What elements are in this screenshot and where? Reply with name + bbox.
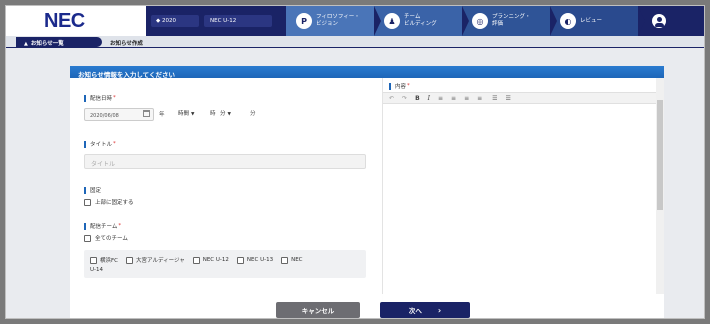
all-teams-checkbox[interactable]: 全てのチーム xyxy=(84,234,128,242)
chevron-down-icon: ▼ xyxy=(191,112,195,117)
chevron-down-icon: ▼ xyxy=(227,112,231,117)
team-checkbox[interactable]: NEC U-12 xyxy=(192,256,229,264)
date-label: 配信日時 * xyxy=(84,94,116,102)
step-review[interactable]: ◐ レビュー xyxy=(550,6,645,36)
philosophy-icon: P xyxy=(296,13,312,29)
chevron-right-icon: › xyxy=(437,305,442,315)
bullet-list-icon[interactable]: ☰ xyxy=(492,95,497,102)
hour-select[interactable]: 時間 ▼ xyxy=(178,106,208,118)
team-icon: ♟ xyxy=(384,13,400,29)
align-left-icon[interactable]: ≡ xyxy=(438,95,443,102)
bold-button[interactable]: B xyxy=(415,95,420,102)
scrollbar-thumb[interactable] xyxy=(657,100,663,210)
team-checkbox[interactable]: NEC U-13 xyxy=(236,256,273,264)
team-label-overflow: U-14 xyxy=(90,267,104,273)
numbered-list-icon[interactable]: ☰ xyxy=(506,95,511,102)
scrollbar[interactable] xyxy=(656,78,664,318)
italic-button[interactable]: I xyxy=(428,95,430,102)
step-navigation: P フィロソフィー・ ビジョン ♟ チーム ビルディング ◎ プランニング・ 評… xyxy=(286,6,645,36)
hour-unit: 時 xyxy=(210,111,216,117)
season-selector[interactable]: ◆ 2020 xyxy=(151,15,199,27)
planning-icon: ◎ xyxy=(472,13,488,29)
team-checkbox[interactable]: 横浜FC xyxy=(90,256,118,264)
user-account-icon[interactable] xyxy=(652,14,666,28)
pin-label: 固定 xyxy=(84,186,101,194)
align-right-icon[interactable]: ≡ xyxy=(464,95,469,102)
align-center-icon[interactable]: ≡ xyxy=(451,95,456,102)
top-navigation: NEC ◆ 2020 NEC U-12 P フィロソフィー・ ビジョン ♟ チーム… xyxy=(6,6,704,36)
calendar-icon[interactable] xyxy=(143,110,150,117)
content-editor[interactable] xyxy=(383,105,657,318)
form-heading: お知らせ情報を入力してください xyxy=(70,66,664,79)
breadcrumb-parent-label: お知らせ一覧 xyxy=(30,41,64,47)
breadcrumb: ▲ お知らせ一覧 お知らせ作成 xyxy=(6,36,704,48)
editor-toolbar: ↶ ↷ B I ≡ ≡ ≡ ≡ ☰ ☰ xyxy=(383,92,657,104)
form-left-column: 配信日時 * 2020/06/08 年 時間 ▼ 時 分 ▼ 分 タイトル * タイトル… xyxy=(70,78,382,318)
form-footer: キャンセル 次へ › xyxy=(70,294,664,318)
step-planning[interactable]: ◎ プランニング・ 評価 xyxy=(462,6,557,36)
team-checkbox[interactable]: 大宮アルディージャ xyxy=(126,256,185,264)
next-button-label: 次へ xyxy=(408,307,422,315)
minute-unit: 分 xyxy=(250,111,256,117)
team-checkbox[interactable]: NEC xyxy=(281,256,303,264)
pin-checkbox[interactable]: 上部に固定する xyxy=(84,198,134,206)
redo-icon[interactable]: ↷ xyxy=(402,95,407,102)
next-button[interactable]: 次へ › xyxy=(380,302,470,318)
step-philosophy[interactable]: P フィロソフィー・ ビジョン xyxy=(286,6,381,36)
title-label: タイトル * xyxy=(84,140,116,148)
breadcrumb-current: お知らせ作成 xyxy=(110,41,143,47)
step-philosophy-label: フィロソフィー・ ビジョン xyxy=(316,14,360,27)
breadcrumb-notice-list[interactable]: ▲ お知らせ一覧 xyxy=(16,37,102,47)
minute-select[interactable]: 分 ▼ xyxy=(220,106,250,118)
step-review-label: レビュー xyxy=(580,17,603,24)
align-justify-icon[interactable]: ≡ xyxy=(477,95,482,102)
app-window: NEC ◆ 2020 NEC U-12 P フィロソフィー・ ビジョン ♟ チーム… xyxy=(5,5,705,319)
cancel-button[interactable]: キャンセル xyxy=(276,302,360,318)
home-icon: ▲ xyxy=(24,41,28,47)
title-input[interactable]: タイトル xyxy=(84,154,366,169)
form-right-column: 内容 * ↶ ↷ B I ≡ ≡ ≡ ≡ ☰ ☰ xyxy=(382,78,657,318)
step-team-building-label: チーム ビルディング xyxy=(404,14,437,27)
team-label: 配信チーム * xyxy=(84,222,121,230)
team-list: 横浜FC 大宮アルディージャ NEC U-12 NEC U-13 NEC U-1… xyxy=(84,250,366,278)
year-unit: 年 xyxy=(159,112,165,118)
logo-area: NEC xyxy=(6,6,146,36)
notice-form-panel: お知らせ情報を入力してください 配信日時 * 2020/06/08 年 時間 ▼ 時… xyxy=(70,66,664,318)
season-selector-label: 2020 xyxy=(162,18,176,24)
team-selector[interactable]: NEC U-12 xyxy=(204,15,272,27)
undo-icon[interactable]: ↶ xyxy=(389,95,394,102)
step-team-building[interactable]: ♟ チーム ビルディング xyxy=(374,6,469,36)
content-label: 内容 * xyxy=(389,82,410,90)
step-planning-label: プランニング・ 評価 xyxy=(492,14,531,27)
nec-logo: NEC xyxy=(44,10,85,32)
review-icon: ◐ xyxy=(560,13,576,29)
